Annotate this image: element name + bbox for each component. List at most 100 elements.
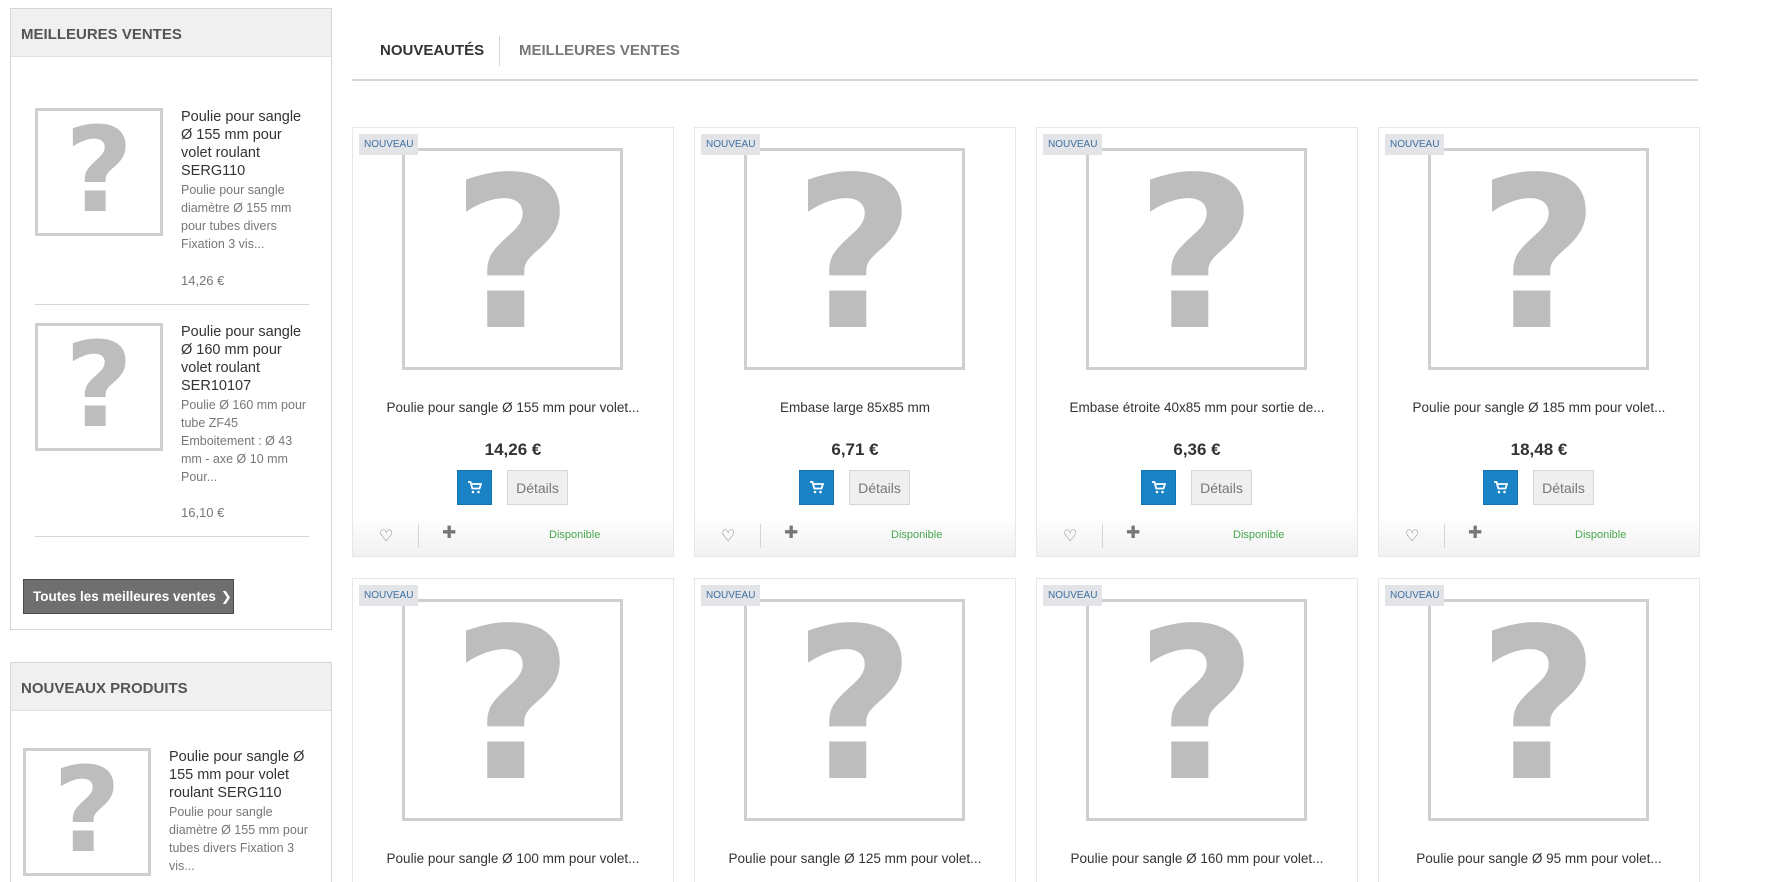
plus-icon[interactable]: ✚ (1126, 523, 1140, 543)
product-price: 14,26 € (484, 440, 542, 459)
new-badge: NOUVEAU (1043, 585, 1103, 606)
question-mark-icon: ? (451, 599, 574, 821)
tab-new-products[interactable]: NOUVEAUTÉS (380, 42, 484, 59)
best-seller-name[interactable]: Poulie pour sangle Ø 160 mm pour volet r… (181, 323, 309, 395)
divider (1102, 524, 1103, 548)
divider (35, 304, 309, 305)
divider (35, 536, 309, 537)
new-badge: NOUVEAU (1043, 134, 1103, 155)
heart-icon[interactable]: ♡ (1405, 526, 1419, 546)
new-products-block: NOUVEAUX PRODUITS ? Poulie pour sangle Ø… (10, 662, 332, 882)
best-sellers-block: MEILLEURES VENTES ? Poulie pour sangle Ø… (10, 8, 332, 630)
product-card-footer: ♡ ✚ Disponible (353, 516, 673, 556)
product-name[interactable]: Poulie pour sangle Ø 155 mm pour volet..… (353, 400, 673, 415)
divider (760, 524, 761, 548)
question-mark-icon: ? (1135, 599, 1258, 821)
divider (1444, 524, 1445, 548)
heart-icon[interactable]: ♡ (379, 526, 393, 546)
add-to-cart-button[interactable] (799, 470, 834, 505)
new-product-name[interactable]: Poulie pour sangle Ø 155 mm pour volet r… (169, 748, 319, 802)
question-mark-icon: ? (793, 148, 916, 370)
details-button[interactable]: Détails (849, 470, 910, 505)
question-mark-icon: ? (52, 748, 122, 876)
new-products-title[interactable]: NOUVEAUX PRODUITS (11, 663, 331, 711)
all-best-sellers-label: Toutes les meilleures ventes (33, 589, 216, 604)
question-mark-icon: ? (451, 148, 574, 370)
cart-icon (1151, 481, 1166, 494)
product-image-placeholder[interactable]: ? (402, 148, 623, 370)
product-card[interactable]: NOUVEAU ? Poulie pour sangle Ø 160 mm po… (1036, 578, 1358, 882)
product-card[interactable]: NOUVEAU ? Poulie pour sangle Ø 155 mm po… (352, 127, 674, 557)
product-card[interactable]: NOUVEAU ? Poulie pour sangle Ø 95 mm pou… (1378, 578, 1700, 882)
divider (418, 524, 419, 548)
new-badge: NOUVEAU (1385, 585, 1445, 606)
new-product-description: Poulie pour sangle diamètre Ø 155 mm pou… (169, 805, 308, 873)
product-image-placeholder[interactable]: ? (1428, 599, 1649, 821)
new-badge: NOUVEAU (359, 585, 419, 606)
heart-icon[interactable]: ♡ (1063, 526, 1077, 546)
product-image-placeholder[interactable]: ? (744, 599, 965, 821)
product-card-footer: ♡ ✚ Disponible (1379, 516, 1699, 556)
product-image-placeholder[interactable]: ? (35, 323, 163, 451)
availability-status: Disponible (891, 529, 943, 541)
best-seller-price: 16,10 € (181, 505, 225, 520)
tab-divider (499, 36, 500, 66)
details-button[interactable]: Détails (507, 470, 568, 505)
product-card[interactable]: NOUVEAU ? Embase large 85x85 mm 6,71 € D… (694, 127, 1016, 557)
question-mark-icon: ? (793, 599, 916, 821)
product-price: 6,71 € (831, 440, 879, 459)
product-name[interactable]: Embase étroite 40x85 mm pour sortie de..… (1037, 400, 1357, 415)
plus-icon[interactable]: ✚ (784, 523, 798, 543)
best-seller-name[interactable]: Poulie pour sangle Ø 155 mm pour volet r… (181, 108, 309, 180)
new-badge: NOUVEAU (701, 134, 761, 155)
plus-icon[interactable]: ✚ (442, 523, 456, 543)
product-image-placeholder[interactable]: ? (1086, 599, 1307, 821)
details-button[interactable]: Détails (1533, 470, 1594, 505)
product-name[interactable]: Poulie pour sangle Ø 125 mm pour volet..… (695, 851, 1015, 866)
product-price: 6,36 € (1173, 440, 1221, 459)
add-to-cart-button[interactable] (1483, 470, 1518, 505)
best-sellers-title[interactable]: MEILLEURES VENTES (11, 9, 331, 57)
new-badge: NOUVEAU (359, 134, 419, 155)
product-image-placeholder[interactable]: ? (744, 148, 965, 370)
product-card[interactable]: NOUVEAU ? Poulie pour sangle Ø 125 mm po… (694, 578, 1016, 882)
chevron-right-icon: ❯ (220, 589, 232, 604)
product-name[interactable]: Embase large 85x85 mm (695, 400, 1015, 415)
best-seller-price: 14,26 € (181, 273, 225, 288)
product-card[interactable]: NOUVEAU ? Poulie pour sangle Ø 100 mm po… (352, 578, 674, 882)
product-name[interactable]: Poulie pour sangle Ø 185 mm pour volet..… (1379, 400, 1699, 415)
product-name[interactable]: Poulie pour sangle Ø 95 mm pour volet... (1379, 851, 1699, 866)
availability-status: Disponible (1575, 529, 1627, 541)
product-card-footer: ♡ ✚ Disponible (1037, 516, 1357, 556)
availability-status: Disponible (1233, 529, 1285, 541)
product-name[interactable]: Poulie pour sangle Ø 160 mm pour volet..… (1037, 851, 1357, 866)
product-image-placeholder[interactable]: ? (402, 599, 623, 821)
question-mark-icon: ? (64, 323, 134, 451)
new-badge: NOUVEAU (1385, 134, 1445, 155)
add-to-cart-button[interactable] (1141, 470, 1176, 505)
add-to-cart-button[interactable] (457, 470, 492, 505)
cart-icon (1493, 481, 1508, 494)
best-seller-description: Poulie pour sangle diamètre Ø 155 mm pou… (181, 183, 292, 251)
product-image-placeholder[interactable]: ? (1086, 148, 1307, 370)
details-button[interactable]: Détails (1191, 470, 1252, 505)
heart-icon[interactable]: ♡ (721, 526, 735, 546)
tab-best-sellers[interactable]: MEILLEURES VENTES (519, 42, 680, 59)
product-tabs: NOUVEAUTÉS MEILLEURES VENTES (352, 36, 1698, 81)
question-mark-icon: ? (64, 108, 134, 236)
product-image-placeholder[interactable]: ? (23, 748, 151, 876)
product-name[interactable]: Poulie pour sangle Ø 100 mm pour volet..… (353, 851, 673, 866)
product-image-placeholder[interactable]: ? (35, 108, 163, 236)
all-best-sellers-button[interactable]: Toutes les meilleures ventes ❯ (23, 579, 234, 614)
cart-icon (467, 481, 482, 494)
question-mark-icon: ? (1135, 148, 1258, 370)
product-card-footer: ♡ ✚ Disponible (695, 516, 1015, 556)
plus-icon[interactable]: ✚ (1468, 523, 1482, 543)
product-card[interactable]: NOUVEAU ? Embase étroite 40x85 mm pour s… (1036, 127, 1358, 557)
best-seller-description: Poulie Ø 160 mm pour tube ZF45 Emboiteme… (181, 398, 307, 484)
product-card[interactable]: NOUVEAU ? Poulie pour sangle Ø 185 mm po… (1378, 127, 1700, 557)
product-price: 18,48 € (1510, 440, 1568, 459)
question-mark-icon: ? (1477, 148, 1600, 370)
new-badge: NOUVEAU (701, 585, 761, 606)
product-image-placeholder[interactable]: ? (1428, 148, 1649, 370)
